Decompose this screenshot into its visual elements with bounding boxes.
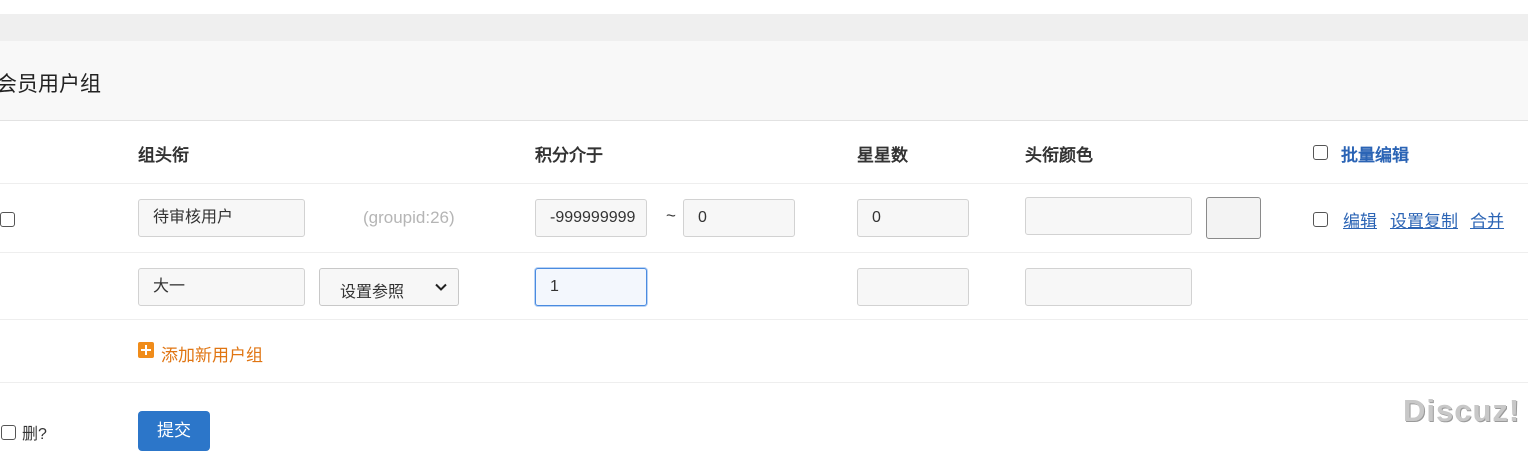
reference-select-value: 设置参照	[340, 284, 405, 301]
reference-select[interactable]: 设置参照	[319, 268, 459, 306]
credits-max-input[interactable]: 0	[683, 199, 795, 237]
batch-edit-checkbox[interactable]	[1313, 145, 1328, 160]
range-separator: ~	[666, 206, 676, 225]
col-credits-between: 积分介于	[535, 146, 603, 165]
color-picker-swatch[interactable]	[1206, 197, 1261, 239]
row-divider	[0, 183, 1528, 184]
new-credits-min-input[interactable]: 1	[535, 268, 647, 306]
row-divider	[0, 252, 1528, 253]
submit-button[interactable]: 提交	[138, 411, 210, 451]
col-title-color: 头衔颜色	[1025, 146, 1093, 165]
new-title-color-input[interactable]	[1025, 268, 1192, 306]
new-stars-input[interactable]	[857, 268, 969, 306]
chevron-down-icon	[435, 283, 447, 291]
stars-input[interactable]: 0	[857, 199, 969, 237]
edit-link[interactable]: 编辑	[1343, 207, 1377, 232]
page-title: 会员用户组	[0, 73, 101, 96]
row-select-checkbox[interactable]	[0, 212, 15, 227]
row-divider	[0, 382, 1528, 383]
groupid-label: (groupid:26)	[363, 208, 455, 227]
discuz-logo: Discuz!	[1403, 393, 1521, 428]
title-color-input[interactable]	[1025, 197, 1192, 235]
credits-min-input[interactable]: -999999999	[535, 199, 647, 237]
top-gray-band	[0, 14, 1528, 41]
batch-edit-link[interactable]: 批量编辑	[1341, 141, 1409, 166]
col-group-title: 组头衔	[138, 146, 189, 165]
row-batch-checkbox[interactable]	[1313, 212, 1328, 227]
col-stars: 星星数	[857, 146, 908, 165]
merge-link[interactable]: 合并	[1470, 207, 1504, 232]
section-header: 会员用户组	[0, 41, 1528, 121]
group-name-input[interactable]: 待审核用户	[138, 199, 305, 237]
delete-label: 删?	[22, 426, 47, 443]
delete-checkbox[interactable]	[1, 425, 16, 440]
add-new-group-label: 添加新用户组	[161, 346, 263, 365]
copy-settings-link[interactable]: 设置复制	[1390, 207, 1458, 232]
new-group-name-input[interactable]: 大一	[138, 268, 305, 306]
row-divider	[0, 319, 1528, 320]
plus-icon	[138, 342, 154, 358]
top-band	[0, 0, 1528, 14]
